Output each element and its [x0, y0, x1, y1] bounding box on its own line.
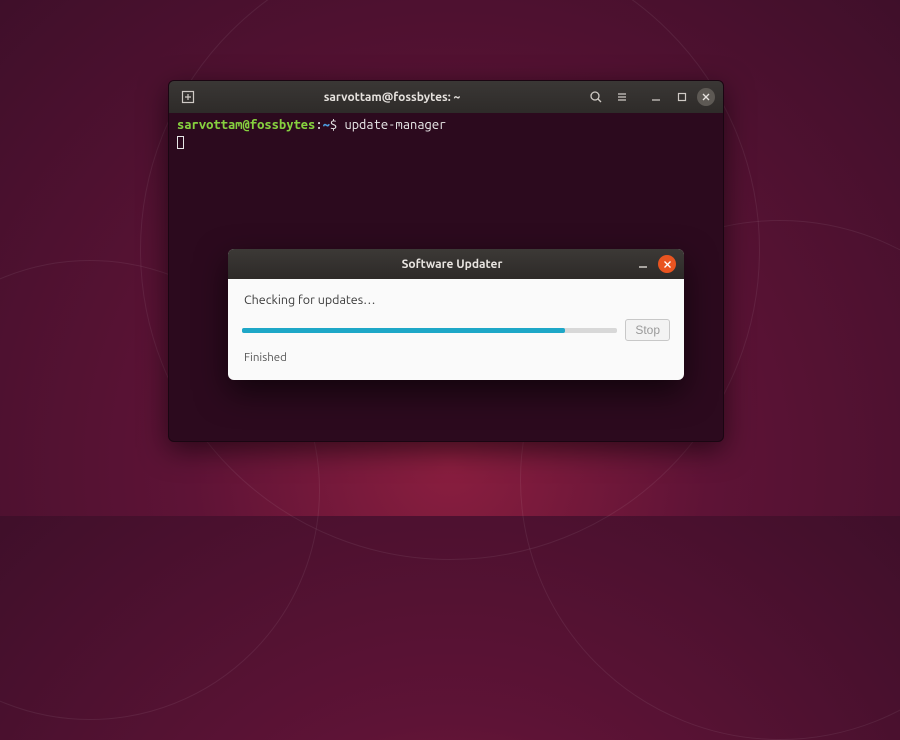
terminal-cursor-line [177, 135, 715, 153]
terminal-body[interactable]: sarvottam@fossbytes:~$ update-manager [169, 113, 723, 156]
updater-heading: Checking for updates… [244, 293, 670, 307]
minimize-button[interactable] [634, 255, 652, 273]
prompt-path: ~ [323, 118, 330, 132]
progress-fill [242, 328, 565, 333]
prompt-at: @ [243, 118, 250, 132]
terminal-title: sarvottam@fossbytes: ~ [201, 91, 583, 104]
terminal-line: sarvottam@fossbytes:~$ update-manager [177, 117, 715, 135]
updater-title: Software Updater [276, 258, 628, 271]
maximize-button[interactable] [671, 86, 693, 108]
updater-titlebar[interactable]: Software Updater [228, 249, 684, 279]
updater-status: Finished [244, 351, 670, 364]
terminal-titlebar[interactable]: sarvottam@fossbytes: ~ [169, 81, 723, 113]
close-button[interactable] [658, 255, 676, 273]
software-updater-window: Software Updater Checking for updates… S… [228, 249, 684, 380]
hamburger-menu-icon[interactable] [611, 86, 633, 108]
prompt-host: fossbytes [250, 118, 316, 132]
minimize-button[interactable] [645, 86, 667, 108]
cursor-icon [177, 136, 184, 149]
terminal-command: update-manager [344, 118, 446, 132]
search-icon[interactable] [585, 86, 607, 108]
updater-body: Checking for updates… Stop Finished [228, 279, 684, 380]
prompt-user: sarvottam [177, 118, 243, 132]
stop-button[interactable]: Stop [625, 319, 670, 341]
new-tab-icon[interactable] [177, 86, 199, 108]
prompt-symbol: $ [330, 118, 337, 132]
prompt-sep: : [315, 118, 322, 132]
close-button[interactable] [697, 88, 715, 106]
updater-progress-row: Stop [242, 319, 670, 341]
progress-bar [242, 328, 617, 333]
